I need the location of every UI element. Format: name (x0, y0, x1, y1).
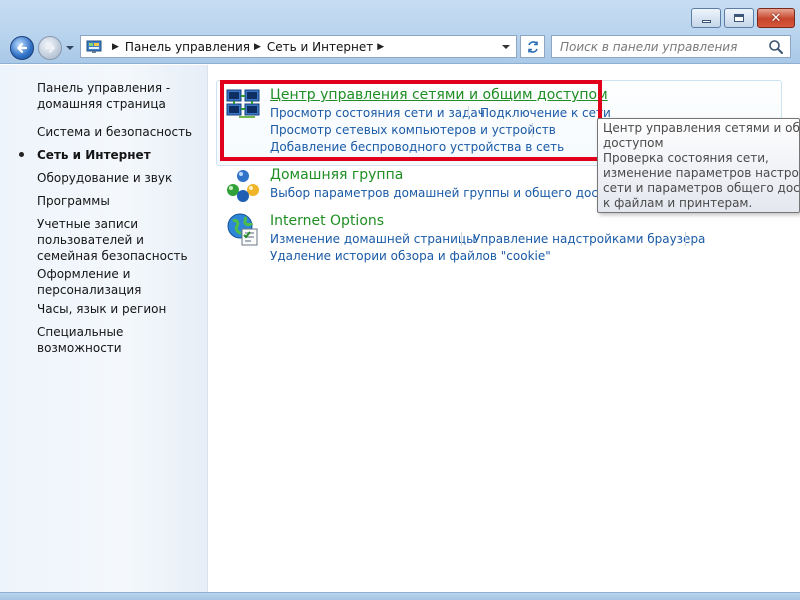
sidebar-item-programs[interactable]: Программы (37, 193, 205, 209)
sidebar-item-home[interactable]: Панель управления - домашняя страница (37, 80, 205, 112)
breadcrumb-network-internet[interactable]: Сеть и Интернет (267, 40, 373, 54)
search-input[interactable] (558, 38, 768, 55)
address-bar[interactable]: ▶ Панель управления ▶ Сеть и Интернет ▶ (80, 35, 517, 58)
highlight-box (220, 80, 602, 161)
window-title-bar: ✕ ▶ Панель управления ▶ Сеть и Интернет … (0, 0, 800, 64)
tooltip: Центр управления сетями и общим доступом… (597, 118, 800, 213)
homegroup-icon[interactable] (225, 168, 261, 204)
address-dropdown-icon[interactable] (502, 43, 510, 51)
tooltip-line: к файлам и принтерам. (603, 196, 753, 210)
breadcrumb-control-panel[interactable]: Панель управления (125, 40, 250, 54)
internet-options-icon[interactable] (225, 211, 261, 247)
breadcrumb-separator-icon[interactable]: ▶ (112, 42, 119, 52)
control-panel-icon (86, 39, 104, 55)
forward-arrow-icon (44, 43, 55, 53)
sidebar-item-hardware-sound[interactable]: Оборудование и звук (37, 170, 205, 186)
sidebar-item-network-internet[interactable]: Сеть и Интернет (37, 147, 205, 163)
close-icon: ✕ (770, 10, 782, 26)
category-internet-options-title[interactable]: Internet Options (270, 212, 384, 230)
sidebar-item-user-accounts[interactable]: Учетные записи пользователей и семейная … (37, 216, 205, 264)
breadcrumb-separator-icon[interactable]: ▶ (254, 42, 261, 52)
category-homegroup-title[interactable]: Домашняя группа (270, 166, 403, 184)
forward-button[interactable] (38, 36, 62, 60)
active-item-bullet (19, 152, 24, 157)
window-bottom-border (0, 592, 800, 600)
back-arrow-icon (17, 43, 28, 53)
minimize-icon (701, 19, 711, 23)
maximize-icon (734, 14, 744, 22)
sidebar-item-accessibility[interactable]: Специальные возможности (37, 324, 205, 356)
back-button[interactable] (10, 36, 34, 60)
maximize-button[interactable] (724, 8, 754, 28)
task-separator (461, 232, 462, 246)
tooltip-line: Центр управления сетями и общим (603, 121, 800, 135)
task-separator (685, 232, 686, 246)
close-button[interactable]: ✕ (757, 8, 795, 28)
task-manage-browser-addons[interactable]: Управление надстройками браузера (473, 231, 705, 247)
task-change-home-page[interactable]: Изменение домашней страницы (270, 231, 476, 247)
refresh-icon (527, 40, 538, 53)
sidebar-item-appearance[interactable]: Оформление и персонализация (37, 266, 205, 298)
breadcrumb-separator-icon[interactable]: ▶ (377, 42, 384, 52)
minimize-button[interactable] (691, 8, 721, 28)
sidebar-item-system-security[interactable]: Система и безопасность (37, 124, 205, 140)
tooltip-line: изменение параметров настройки (603, 166, 800, 180)
chevron-down-icon[interactable] (65, 43, 75, 53)
tooltip-line: Проверка состояния сети, (603, 151, 769, 165)
task-delete-browsing-history[interactable]: Удаление истории обзора и файлов "cookie… (270, 248, 551, 264)
search-icon[interactable] (768, 39, 784, 55)
tooltip-line: сети и параметров общего доступа (603, 181, 800, 195)
task-homegroup-settings[interactable]: Выбор параметров домашней группы и общег… (270, 185, 638, 201)
tooltip-line: доступом (603, 136, 664, 150)
search-box (551, 35, 791, 58)
refresh-button[interactable] (520, 35, 545, 58)
sidebar-item-clock-language[interactable]: Часы, язык и регион (37, 301, 205, 317)
